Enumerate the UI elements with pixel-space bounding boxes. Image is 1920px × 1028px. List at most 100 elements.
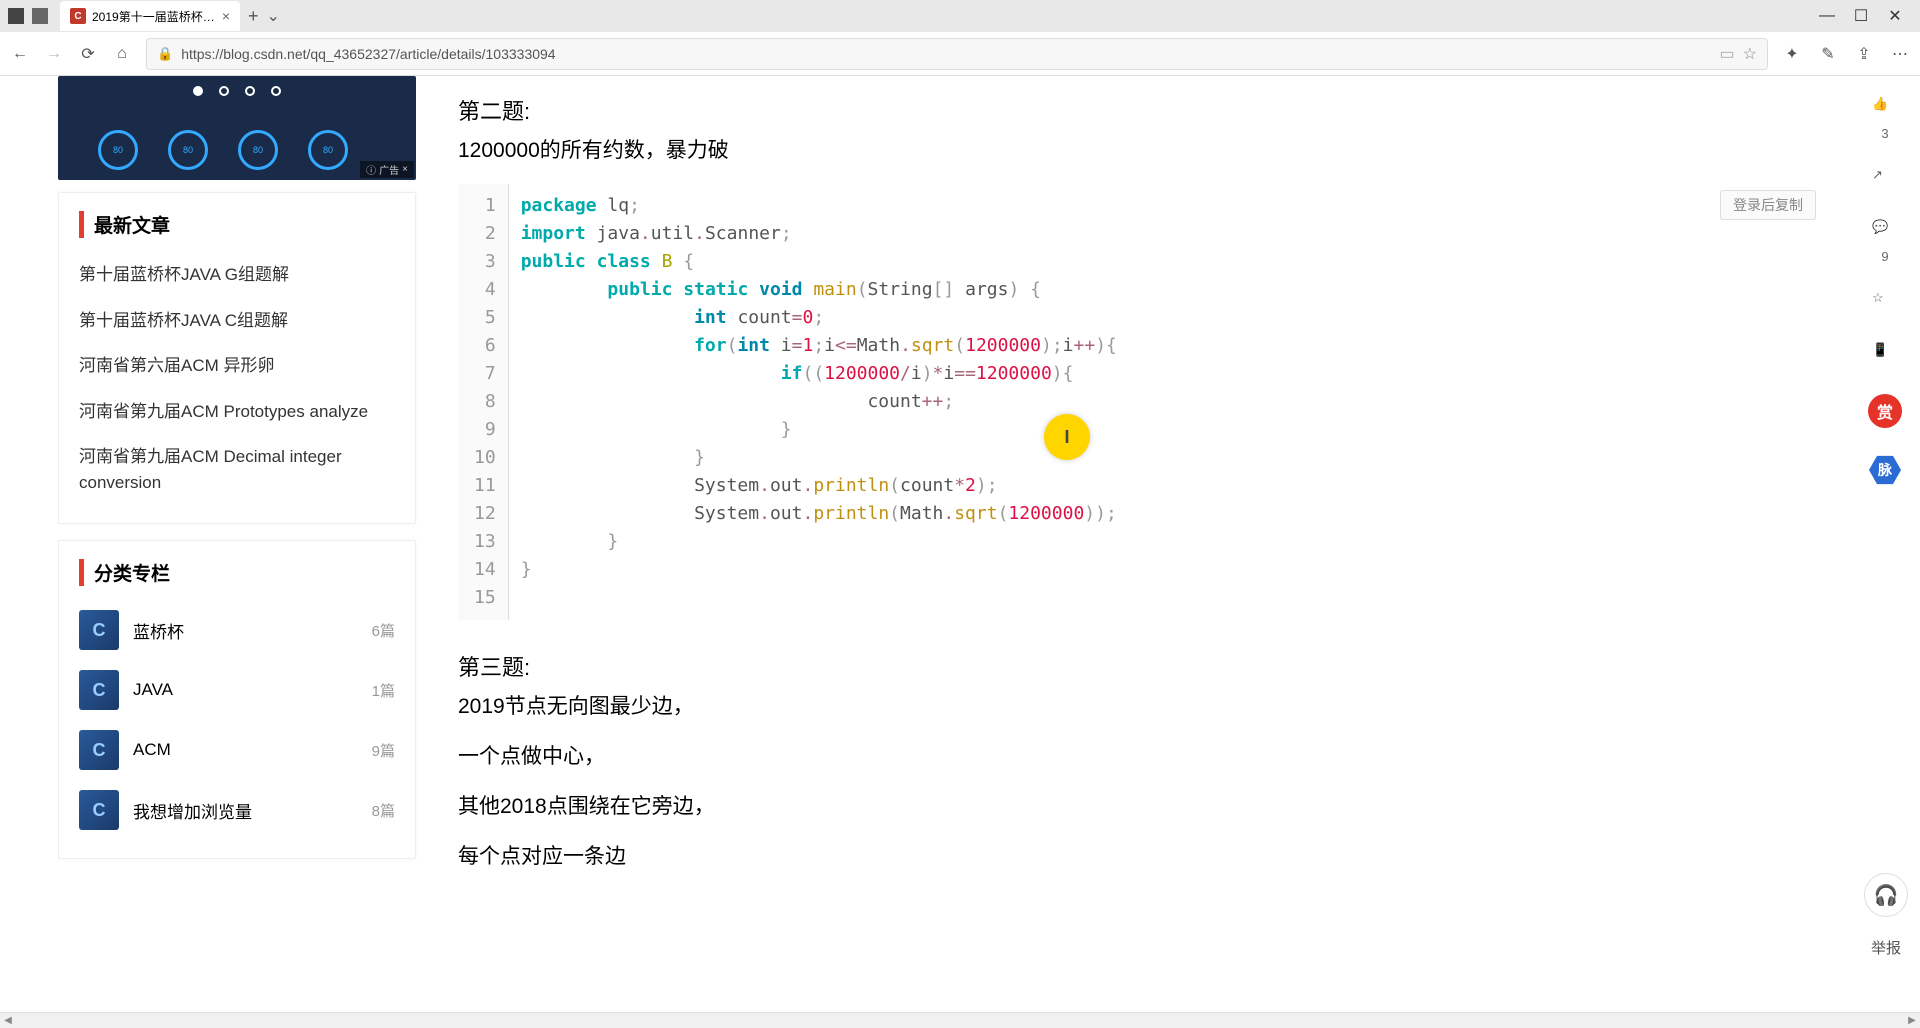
ad-carousel-dots xyxy=(193,86,281,96)
like-button[interactable]: 👍 3 xyxy=(1863,96,1907,141)
tab-strip: C 2019第十一届蓝桥杯校i × + ⌄ xyxy=(60,1,280,31)
comment-icon: 💬 xyxy=(1872,219,1898,245)
horizontal-scrollbar[interactable]: ◀ ▶ xyxy=(0,1012,1920,1028)
category-thumb: C xyxy=(79,670,119,710)
category-count: 1篇 xyxy=(372,680,395,701)
share-button[interactable]: ↗ xyxy=(1863,167,1907,193)
question-3-line: 每个点对应一条边 xyxy=(458,840,1822,870)
bookmark-star-icon[interactable]: ☆ xyxy=(1743,44,1757,64)
category-thumb: C xyxy=(79,610,119,650)
cursor-highlight-icon: I xyxy=(1044,414,1090,460)
comment-count: 9 xyxy=(1881,249,1888,264)
close-window-button[interactable]: ✕ xyxy=(1888,9,1902,23)
share-icon[interactable]: ⇪ xyxy=(1854,44,1874,64)
maximize-button[interactable]: ☐ xyxy=(1854,9,1868,23)
report-button[interactable]: 举报 xyxy=(1871,937,1901,958)
ad-gauge: 80 xyxy=(238,130,278,170)
pulse-button[interactable]: 脉 xyxy=(1869,454,1901,486)
window-titlebar: C 2019第十一届蓝桥杯校i × + ⌄ — ☐ ✕ xyxy=(0,0,1920,32)
category-name: JAVA xyxy=(133,680,358,700)
forward-button[interactable]: → xyxy=(44,44,64,64)
star-icon: ☆ xyxy=(1872,290,1898,316)
home-button[interactable]: ⌂ xyxy=(112,44,132,64)
ad-gauges: 80 80 80 80 xyxy=(98,130,348,170)
scroll-right-arrow[interactable]: ▶ xyxy=(1904,1013,1920,1028)
reward-button[interactable]: 赏 xyxy=(1868,394,1902,428)
category-item[interactable]: C 蓝桥杯 6篇 xyxy=(79,600,395,660)
favorites-icon[interactable]: ✦ xyxy=(1782,44,1802,64)
category-thumb: C xyxy=(79,790,119,830)
ad-dot[interactable] xyxy=(271,86,281,96)
mobile-button[interactable]: 📱 xyxy=(1863,342,1907,368)
browser-navbar: ← → ⟳ ⌂ 🔒 ▭ ☆ ✦ ✎ ⇪ ⋯ xyxy=(0,32,1920,76)
article-link[interactable]: 河南省第九届ACM Decimal integer conversion xyxy=(79,434,395,505)
ad-dot[interactable] xyxy=(193,86,203,96)
ad-gauge: 80 xyxy=(98,130,138,170)
back-button[interactable]: ← xyxy=(10,44,30,64)
refresh-button[interactable]: ⟳ xyxy=(78,44,98,64)
article-link[interactable]: 第十届蓝桥杯JAVA C组题解 xyxy=(79,298,395,344)
category-item[interactable]: C JAVA 1篇 xyxy=(79,660,395,720)
question-2-title: 第二题: xyxy=(458,94,1822,126)
ad-label: ⓘ 广告 × xyxy=(360,161,414,178)
category-item[interactable]: C 我想增加浏览量 8篇 xyxy=(79,780,395,840)
headset-icon: 🎧 xyxy=(1874,883,1899,908)
favorite-button[interactable]: ☆ xyxy=(1863,290,1907,316)
ad-info-icon: ⓘ xyxy=(366,162,376,177)
scroll-left-arrow[interactable]: ◀ xyxy=(0,1013,16,1028)
question-3-line: 其他2018点围绕在它旁边， xyxy=(458,790,1822,820)
ad-gauge: 80 xyxy=(308,130,348,170)
page-content: 80 80 80 80 ⓘ 广告 × 最新文章 第十届蓝桥杯JAVA G组题解 … xyxy=(0,76,1920,1028)
article-list: 第十届蓝桥杯JAVA G组题解 第十届蓝桥杯JAVA C组题解 河南省第六届AC… xyxy=(79,252,395,505)
navbar-right: ✦ ✎ ⇪ ⋯ xyxy=(1782,44,1910,64)
tabs-icon[interactable] xyxy=(32,8,48,24)
category-item[interactable]: C ACM 9篇 xyxy=(79,720,395,780)
ad-label-text: 广告 xyxy=(379,162,399,177)
article-main: 第二题: 1200000的所有约数，暴力破 登录后复制 123456789101… xyxy=(430,76,1850,1028)
address-bar[interactable]: 🔒 ▭ ☆ xyxy=(146,38,1768,70)
article-link[interactable]: 河南省第九届ACM Prototypes analyze xyxy=(79,389,395,435)
tab-close-button[interactable]: × xyxy=(222,8,230,24)
left-sidebar: 80 80 80 80 ⓘ 广告 × 最新文章 第十届蓝桥杯JAVA G组题解 … xyxy=(0,76,430,1028)
category-list: C 蓝桥杯 6篇 C JAVA 1篇 C ACM 9篇 C 我想增加浏览量 xyxy=(79,600,395,840)
ad-gauge: 80 xyxy=(168,130,208,170)
like-count: 3 xyxy=(1881,126,1888,141)
article-link[interactable]: 第十届蓝桥杯JAVA G组题解 xyxy=(79,252,395,298)
lock-icon: 🔒 xyxy=(157,46,173,62)
ad-dot[interactable] xyxy=(245,86,255,96)
category-thumb: C xyxy=(79,730,119,770)
thumbs-up-icon: 👍 xyxy=(1872,96,1898,122)
tab-favicon: C xyxy=(70,8,86,24)
categories-card: 分类专栏 C 蓝桥杯 6篇 C JAVA 1篇 C ACM 9篇 xyxy=(58,540,416,859)
category-count: 6篇 xyxy=(372,620,395,641)
tab-title: 2019第十一届蓝桥杯校i xyxy=(92,8,216,25)
window-controls: — ☐ ✕ xyxy=(1820,9,1912,23)
notes-icon[interactable]: ✎ xyxy=(1818,44,1838,64)
article-link[interactable]: 河南省第六届ACM 异形卵 xyxy=(79,343,395,389)
reader-mode-icon[interactable]: ▭ xyxy=(1720,44,1735,64)
tab-dropdown-button[interactable]: ⌄ xyxy=(267,6,280,26)
ad-banner[interactable]: 80 80 80 80 ⓘ 广告 × xyxy=(58,76,416,180)
categories-title: 分类专栏 xyxy=(79,559,395,586)
comment-button[interactable]: 💬 9 xyxy=(1863,219,1907,264)
ad-dot[interactable] xyxy=(219,86,229,96)
code-block: 登录后复制 123456789101112131415 package lq; … xyxy=(458,184,1822,620)
app-icon xyxy=(8,8,24,24)
category-name: 蓝桥杯 xyxy=(133,618,358,643)
support-button[interactable]: 🎧 xyxy=(1864,873,1908,917)
menu-icon[interactable]: ⋯ xyxy=(1890,44,1910,64)
share-icon: ↗ xyxy=(1872,167,1898,193)
browser-tab-active[interactable]: C 2019第十一届蓝桥杯校i × xyxy=(60,1,240,31)
url-input[interactable] xyxy=(181,46,1711,62)
copy-code-button[interactable]: 登录后复制 xyxy=(1720,190,1816,220)
code-content[interactable]: 123456789101112131415 package lq; import… xyxy=(458,184,1822,620)
ad-close-button[interactable]: × xyxy=(402,164,408,175)
category-count: 8篇 xyxy=(372,800,395,821)
question-3-line: 一个点做中心， xyxy=(458,740,1822,770)
question-3-title: 第三题: xyxy=(458,650,1822,682)
question-2-desc: 1200000的所有约数，暴力破 xyxy=(458,134,1822,164)
category-count: 9篇 xyxy=(372,740,395,761)
minimize-button[interactable]: — xyxy=(1820,9,1834,23)
phone-icon: 📱 xyxy=(1872,342,1898,368)
new-tab-button[interactable]: + xyxy=(248,6,259,27)
